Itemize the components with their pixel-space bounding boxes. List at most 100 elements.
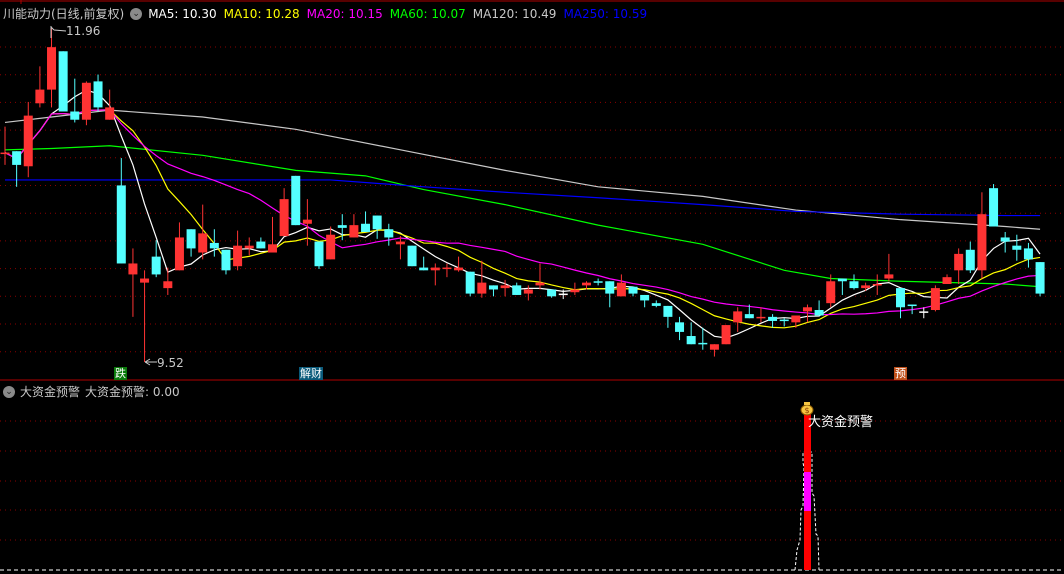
candle — [547, 289, 557, 298]
candle-body — [872, 284, 882, 286]
candle — [430, 263, 440, 286]
candle — [349, 214, 359, 238]
candle — [861, 282, 871, 291]
candle-body — [523, 289, 533, 294]
candle — [977, 192, 987, 279]
candle — [675, 316, 685, 341]
candle — [361, 211, 371, 232]
candle — [0, 126, 10, 165]
candle-body — [151, 256, 161, 275]
ma20-line — [4, 109, 1041, 316]
candle — [70, 78, 80, 123]
tag-yu[interactable]: 预 — [894, 367, 907, 380]
candle-body — [384, 229, 394, 238]
candle-body — [547, 289, 557, 297]
candle — [116, 158, 126, 264]
candle — [58, 51, 68, 112]
candle-body — [337, 225, 347, 228]
candle-body — [686, 336, 696, 345]
candle-body — [465, 271, 475, 294]
candle — [47, 28, 57, 108]
chevron-down-icon[interactable]: ⌄ — [3, 385, 15, 398]
candle-body — [81, 82, 91, 120]
sub-panel-grid — [0, 420, 1064, 541]
candle-body — [279, 199, 289, 237]
candle-body — [849, 281, 859, 289]
candle-body — [779, 319, 789, 322]
candle — [709, 344, 719, 357]
tag-die[interactable]: 跌 — [114, 367, 127, 380]
ma-legend-item: MA60: 10.07 — [389, 6, 466, 21]
candle-body — [802, 307, 812, 312]
high-marker: 11.96 — [50, 24, 100, 38]
candle — [1012, 234, 1022, 261]
candle — [221, 249, 231, 275]
candle — [896, 288, 906, 319]
candle-body — [791, 315, 801, 323]
candle-body — [349, 225, 359, 238]
candle — [128, 248, 138, 317]
candle — [244, 237, 254, 256]
candle-body — [675, 322, 685, 332]
candle — [849, 274, 859, 290]
candle — [372, 215, 382, 239]
candle — [314, 241, 324, 269]
candle — [395, 236, 405, 260]
candle-body — [698, 342, 708, 345]
candle — [930, 285, 940, 312]
ma-legend-item: MA5: 10.30 — [148, 6, 217, 21]
candle-body — [221, 249, 231, 271]
candle-body — [605, 281, 615, 294]
tag-jiecai[interactable]: 解财 — [299, 367, 323, 380]
candle — [442, 263, 452, 278]
candle — [628, 286, 638, 297]
candle-body — [314, 241, 324, 267]
candle-body — [500, 285, 510, 289]
candle — [209, 229, 219, 257]
candle — [105, 89, 115, 120]
ma-legend: MA5: 10.30 MA10: 10.28 MA20: 10.15 MA60: 10… — [148, 7, 647, 21]
ma10-line — [4, 109, 1041, 329]
candle — [477, 260, 487, 298]
candle — [419, 256, 429, 271]
candle-body — [1023, 248, 1033, 260]
candle — [35, 66, 45, 108]
candle-body — [1012, 245, 1022, 250]
candle-body — [663, 305, 673, 317]
candle-body — [291, 175, 301, 226]
candle — [93, 74, 103, 112]
candle-body — [512, 285, 522, 295]
candle-body — [1000, 237, 1010, 242]
candle — [942, 274, 952, 285]
candle-body — [58, 51, 68, 112]
candle — [535, 263, 545, 290]
candle — [326, 226, 336, 260]
candle-body — [209, 242, 219, 249]
candle — [23, 101, 33, 178]
signal-bar-highlight — [804, 472, 811, 511]
candle — [174, 222, 184, 271]
candle — [488, 285, 498, 297]
candle-body — [640, 294, 650, 301]
candle-body — [977, 214, 987, 271]
chevron-down-icon[interactable]: ⌄ — [130, 7, 143, 20]
candle — [721, 325, 731, 345]
candle — [465, 271, 475, 297]
candle — [686, 322, 696, 345]
ma-legend-item: MA250: 10.59 — [563, 6, 648, 21]
candle — [837, 278, 847, 295]
candle-body — [395, 241, 405, 245]
candle — [768, 314, 778, 328]
candle-body — [105, 107, 115, 120]
candle — [1000, 231, 1010, 253]
candle-body — [93, 81, 103, 108]
stock-title: 川能动力(日线,前复权) — [3, 7, 125, 21]
signal-label: 大资金预警 — [808, 414, 873, 430]
candle-body — [47, 47, 57, 90]
candle — [756, 307, 766, 323]
kline-chart[interactable]: 11.96 9.52 $ 大资金预警 — [0, 0, 1064, 574]
candle-body — [477, 282, 487, 294]
candle-body — [442, 267, 452, 270]
candle-body — [989, 188, 999, 227]
candle — [291, 175, 301, 226]
